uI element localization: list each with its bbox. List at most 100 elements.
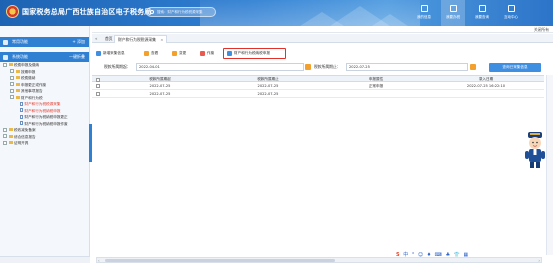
table-row[interactable]: 2022-07-25 2022-07-25 正常申报 2022-07-25 16… bbox=[92, 82, 544, 90]
row-checkbox[interactable] bbox=[96, 84, 100, 88]
column-header[interactable]: 申报属性 bbox=[322, 76, 430, 81]
end-period-label: 税款所属期止： bbox=[314, 64, 341, 69]
national-emblem-logo bbox=[6, 5, 19, 18]
select-all-checkbox[interactable] bbox=[96, 77, 100, 82]
tax-icon bbox=[449, 5, 457, 12]
search-input[interactable]: 搜索：财产和行为税税源采集 bbox=[146, 7, 216, 17]
add-icon bbox=[96, 50, 101, 56]
folder-icon bbox=[8, 141, 13, 144]
app-header: 国家税务总局广西壮族自治区电子税务局 搜索：财产和行为税税源采集 我的信息 我要… bbox=[0, 0, 553, 26]
search-icon bbox=[150, 10, 154, 14]
shirt-icon[interactable]: 👕 bbox=[454, 250, 460, 261]
column-header[interactable]: 录入日期 bbox=[430, 76, 542, 81]
interact-icon bbox=[507, 5, 515, 12]
sogou-logo[interactable]: S bbox=[396, 250, 400, 261]
site-title: 国家税务总局广西壮族自治区电子税务局 bbox=[22, 8, 152, 16]
star-icon bbox=[3, 39, 8, 45]
function-tree: 税费申报及缴纳 按期申报 税费缴纳 申报更正或作废 其他事项报告 财产和行为税 … bbox=[0, 62, 90, 147]
tab-source-collection[interactable]: 财产和行为税税源采集 × bbox=[114, 35, 168, 43]
filter-bar: 税款所属期起： 2022-04-01 税款所属期止： 2022-07-25 查询… bbox=[92, 61, 553, 73]
highlight-box bbox=[223, 48, 286, 59]
system-functions-header[interactable]: 系统功能 一键折叠 bbox=[0, 52, 89, 62]
calendar-icon[interactable] bbox=[305, 64, 311, 70]
expand-icon[interactable] bbox=[10, 75, 14, 80]
emoji-icon[interactable]: ☺ bbox=[418, 250, 423, 261]
nav-interaction-center[interactable]: 互动中心 bbox=[499, 0, 523, 26]
void-button[interactable]: 作废 bbox=[200, 49, 214, 57]
table-cell bbox=[430, 90, 542, 97]
table-cell: 2022-07-25 bbox=[149, 84, 171, 88]
table-cell: 2022-07-25 bbox=[257, 92, 279, 96]
expand-icon[interactable] bbox=[3, 134, 7, 138]
column-header[interactable]: 税款所属期起 bbox=[106, 76, 214, 81]
folder-icon bbox=[15, 95, 20, 99]
user-icon bbox=[420, 5, 428, 12]
nav-tax-handling[interactable]: 我要办税 bbox=[441, 0, 465, 26]
punctuation-icon[interactable]: ° bbox=[412, 250, 415, 261]
tab-bar: « 首页 财产和行为税税源采集 × bbox=[92, 34, 553, 43]
scrollbar-thumb[interactable] bbox=[105, 259, 335, 262]
start-period-label: 税款所属期起： bbox=[104, 64, 131, 69]
collapse-all-button[interactable]: 一键折叠 bbox=[69, 52, 85, 62]
skin-icon[interactable]: ♣ bbox=[446, 250, 450, 261]
folder-icon bbox=[8, 63, 13, 66]
nav-query[interactable]: 我要查询 bbox=[470, 0, 494, 26]
voice-icon[interactable]: ♦ bbox=[427, 250, 431, 261]
folder-icon bbox=[15, 69, 20, 73]
expand-icon[interactable] bbox=[10, 88, 14, 93]
sidebar-scrollbar[interactable] bbox=[0, 256, 90, 263]
column-header[interactable]: 税款所属期止 bbox=[214, 76, 322, 81]
toolbox-icon[interactable]: ▦ bbox=[464, 250, 469, 261]
table-row[interactable]: 2022-07-25 2022-07-25 bbox=[92, 90, 544, 98]
document-icon bbox=[20, 121, 23, 125]
view-icon bbox=[144, 50, 149, 56]
folder-icon bbox=[8, 128, 13, 131]
table-cell: 正常申报 bbox=[368, 84, 384, 88]
table-cell bbox=[322, 90, 430, 97]
row-checkbox[interactable] bbox=[96, 92, 100, 96]
end-period-input[interactable]: 2022-07-25 bbox=[346, 63, 468, 71]
scroll-right-icon[interactable]: › bbox=[538, 258, 540, 263]
table-header: 税款所属期起 税款所属期止 申报属性 录入日期 bbox=[92, 75, 544, 82]
keyboard-icon[interactable]: ⌨ bbox=[435, 250, 442, 261]
query-icon bbox=[478, 5, 486, 12]
table-cell: 2022-07-25 bbox=[149, 92, 171, 96]
query-collected-button[interactable]: 查询已采集信息 bbox=[489, 62, 541, 72]
view-button[interactable]: 查看 bbox=[144, 49, 158, 57]
close-tab-icon[interactable]: × bbox=[160, 37, 163, 42]
change-button[interactable]: 变更 bbox=[172, 49, 186, 57]
expand-icon[interactable] bbox=[10, 69, 14, 73]
expand-icon[interactable] bbox=[10, 82, 14, 86]
calendar-icon[interactable] bbox=[470, 64, 476, 70]
collapse-icon[interactable] bbox=[3, 62, 7, 67]
tab-scroll-left-icon[interactable]: « bbox=[95, 36, 97, 41]
document-icon bbox=[20, 114, 23, 119]
document-icon bbox=[20, 108, 23, 112]
folder-icon bbox=[15, 76, 20, 79]
ime-toolbar: S 中 ° ☺ ♦ ⌨ ♣ 👕 ▦ bbox=[396, 250, 470, 261]
sidebar: 常用功能 + 添加 系统功能 一键折叠 税费申报及缴纳 按期申报 税费缴纳 申报… bbox=[0, 26, 90, 263]
folder-icon bbox=[15, 82, 20, 86]
edit-icon bbox=[172, 50, 177, 56]
data-table: 税款所属期起 税款所属期止 申报属性 录入日期 2022-07-25 2022-… bbox=[92, 75, 544, 98]
tree-item-certificate[interactable]: 证明开具 bbox=[0, 140, 90, 147]
void-icon bbox=[200, 50, 205, 56]
add-collection-button[interactable]: 新增采集信息 bbox=[96, 49, 125, 57]
table-horizontal-scrollbar[interactable]: ‹ › bbox=[96, 257, 542, 263]
scroll-left-icon[interactable]: ‹ bbox=[98, 258, 100, 263]
chinese-mode-icon[interactable]: 中 bbox=[403, 250, 408, 261]
tax-assistant-mascot[interactable] bbox=[521, 130, 549, 170]
main-content: 关闭所有 « 首页 财产和行为税税源采集 × 新增采集信息 查看 变更 作废 财… bbox=[92, 26, 553, 263]
grid-icon bbox=[3, 54, 8, 60]
expand-icon[interactable] bbox=[3, 127, 7, 132]
table-cell: 2022-07-25 bbox=[257, 84, 279, 88]
add-common-function-button[interactable]: + 添加 bbox=[72, 37, 85, 47]
close-all-tabs-button[interactable]: 关闭所有 bbox=[534, 27, 549, 33]
common-functions-header[interactable]: 常用功能 + 添加 bbox=[0, 37, 89, 47]
nav-my-info[interactable]: 我的信息 bbox=[412, 0, 436, 26]
start-period-input[interactable]: 2022-04-01 bbox=[136, 63, 304, 71]
document-icon bbox=[20, 101, 23, 106]
expand-icon[interactable] bbox=[3, 140, 7, 145]
collapse-icon[interactable] bbox=[10, 95, 14, 99]
table-cell: 2022-07-25 16:22:10 bbox=[466, 84, 506, 88]
